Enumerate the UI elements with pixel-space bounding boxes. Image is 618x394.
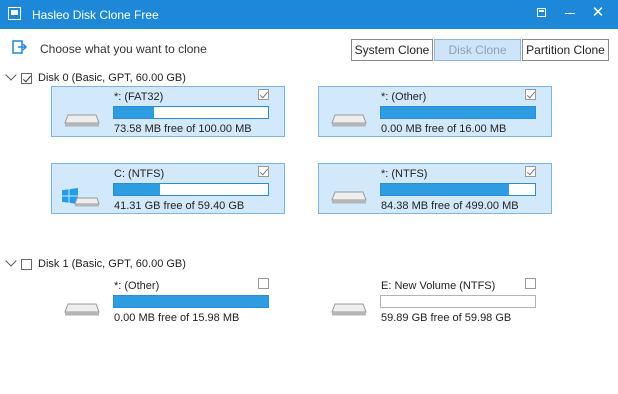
partition-card[interactable]: *: (Other) 0.00 MB free of 15.98 MB [51, 275, 285, 326]
disk-0-label: Disk 0 (Basic, GPT, 60.00 GB) [38, 72, 186, 84]
tab-partition-clone[interactable]: Partition Clone [522, 39, 609, 61]
chevron-down-icon[interactable] [5, 255, 17, 267]
tab-disk-clone[interactable]: Disk Clone [434, 39, 521, 61]
partition-card[interactable]: *: (Other) 0.00 MB free of 16.00 MB [318, 86, 552, 137]
partition-card[interactable]: *: (NTFS) 84.38 MB free of 499.00 MB [318, 163, 552, 214]
partition-card[interactable]: *: (FAT32) 73.58 MB free of 100.00 MB [51, 86, 285, 137]
partition-card[interactable]: C: (NTFS) 41.31 GB free of 59.40 GB [51, 163, 285, 214]
free-space: 59.89 GB free of 59.98 GB [381, 312, 512, 324]
disk-list-panel: Disk 0 (Basic, GPT, 60.00 GB) *: (FAT32)… [0, 67, 618, 394]
partition-name: *: (Other) [381, 91, 427, 103]
drive-icon [331, 303, 367, 316]
restore-icon [537, 8, 546, 17]
usage-bar [113, 106, 269, 119]
usage-bar [380, 295, 536, 308]
free-space: 73.58 MB free of 100.00 MB [114, 123, 252, 135]
usage-bar-fill [381, 107, 535, 118]
chevron-down-icon[interactable] [5, 69, 17, 81]
clone-prompt: Choose what you want to clone [40, 42, 207, 56]
drive-icon [74, 197, 100, 207]
partition-name: *: (FAT32) [114, 91, 164, 103]
clone-icon [12, 40, 28, 54]
usage-bar [380, 183, 536, 196]
partition-checkbox[interactable] [525, 166, 536, 177]
partition-card[interactable]: E: New Volume (NTFS) 59.89 GB free of 59… [318, 275, 552, 326]
disk-1-label: Disk 1 (Basic, GPT, 60.00 GB) [38, 258, 186, 270]
usage-bar [113, 183, 269, 196]
drive-icon [64, 114, 100, 127]
minimize-button[interactable] [562, 5, 578, 21]
tab-system-clone[interactable]: System Clone [351, 39, 433, 61]
minimize-icon [565, 13, 575, 14]
title-bar: Hasleo Disk Clone Free ✕ [0, 0, 618, 29]
disk-0-checkbox[interactable] [21, 73, 32, 84]
partition-name: C: (NTFS) [114, 168, 165, 180]
partition-checkbox[interactable] [258, 166, 269, 177]
close-icon: ✕ [591, 4, 605, 21]
drive-icon [331, 114, 367, 127]
partition-name: *: (NTFS) [381, 168, 428, 180]
close-button[interactable]: ✕ [590, 5, 606, 21]
partition-checkbox[interactable] [525, 278, 536, 289]
free-space: 0.00 MB free of 16.00 MB [381, 123, 507, 135]
partition-name: *: (Other) [114, 280, 160, 292]
free-space: 41.31 GB free of 59.40 GB [114, 200, 245, 212]
usage-bar [380, 106, 536, 119]
usage-bar-fill [114, 107, 155, 118]
free-space: 84.38 MB free of 499.00 MB [381, 200, 519, 212]
free-space: 0.00 MB free of 15.98 MB [114, 312, 240, 324]
usage-bar-fill [114, 296, 268, 307]
partition-checkbox[interactable] [525, 89, 536, 100]
partition-name: E: New Volume (NTFS) [381, 280, 496, 292]
drive-icon [331, 191, 367, 204]
partition-checkbox[interactable] [258, 278, 269, 289]
drive-icon [64, 303, 100, 316]
usage-bar-fill [114, 184, 161, 195]
app-icon [8, 7, 21, 20]
window-title: Hasleo Disk Clone Free [32, 8, 159, 22]
usage-bar-fill [381, 184, 509, 195]
partition-checkbox[interactable] [258, 89, 269, 100]
toolbar: Choose what you want to clone System Clo… [0, 29, 618, 68]
usage-bar [113, 295, 269, 308]
disk-1-checkbox[interactable] [21, 259, 32, 270]
restore-button[interactable] [534, 5, 550, 21]
